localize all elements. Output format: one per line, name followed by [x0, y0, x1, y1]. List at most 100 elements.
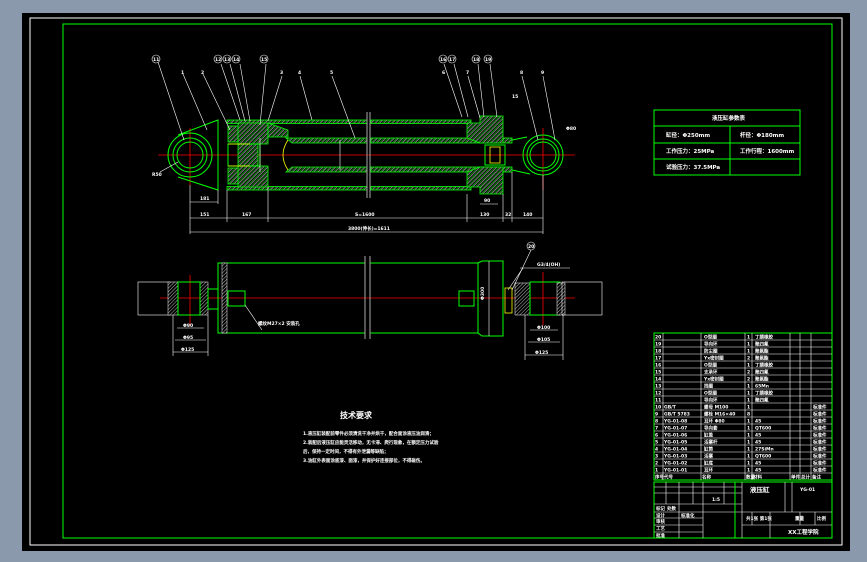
dim-label: 151: [200, 212, 209, 218]
parts-cell: YG-01-03: [663, 454, 687, 460]
parts-cell: Yx密封圈: [703, 355, 724, 362]
tech-line: 2.装配后液压缸应能灵活移动，无卡滞、爬行现象，在额定压力试验: [303, 439, 439, 446]
parts-cell: 27SiMn: [755, 447, 774, 453]
tech-line: 3.油缸外表面涂底漆、面漆，并保护好连接部位，不得碰伤。: [303, 457, 425, 464]
parts-cell: 3: [655, 454, 658, 460]
balloon: 18: [473, 57, 479, 63]
parts-header: 备注: [811, 474, 821, 481]
parts-cell: 缸筒: [703, 446, 713, 453]
parts-header: 序号: [654, 474, 664, 481]
balloon: 19: [485, 57, 491, 63]
parts-cell: 18: [655, 349, 661, 355]
parts-cell: 5: [655, 440, 658, 446]
parts-cell: 7: [655, 426, 658, 432]
parts-cell: GB/T: [664, 405, 677, 411]
balloon: 20: [528, 244, 534, 250]
dim-label: 15: [512, 94, 518, 100]
parts-cell: 1: [747, 426, 750, 432]
parts-cell: 17: [655, 356, 661, 362]
tb-label: 标记: [655, 505, 665, 512]
part-label: 8: [520, 70, 523, 76]
tb-label: 重量: [795, 515, 804, 522]
parts-cell: 13: [655, 384, 661, 390]
parts-cell: 2: [747, 377, 750, 383]
param: 工作行程：1600mm: [740, 147, 795, 155]
parts-cell: 1: [747, 335, 750, 341]
balloon: 15: [261, 57, 267, 63]
balloon: 11: [153, 57, 159, 63]
parts-cell: 19: [655, 342, 661, 348]
dim-label: Φ125: [535, 350, 548, 356]
parts-cell: 标准件: [812, 425, 827, 432]
parts-cell: 挡圈: [704, 383, 713, 390]
parts-cell: 45: [755, 433, 761, 439]
param: 杆径：Φ180mm: [740, 131, 784, 139]
parts-cell: YG-01-06: [663, 433, 687, 439]
parts-cell: 14: [655, 377, 661, 383]
parts-cell: 11: [655, 398, 661, 404]
parts-cell: 20: [655, 335, 661, 341]
parts-cell: QT600: [755, 426, 771, 432]
parts-cell: 聚氨酯: [754, 348, 769, 355]
tb-label: 设计: [656, 512, 665, 519]
parts-header: 名称: [702, 474, 711, 481]
parts-cell: 9: [655, 412, 658, 418]
parts-cell: 标准件: [812, 467, 827, 474]
parts-cell: 支承环: [704, 369, 718, 376]
dim-label: 32: [505, 212, 511, 218]
tb-label: 工艺: [656, 525, 665, 532]
parts-cell: Yx密封圈: [703, 376, 724, 383]
parts-cell: 耳环 Φ80: [704, 418, 725, 425]
tech-line: 1.液压缸装配前零件必须清洗干净并烘干，配合面涂液压油润滑；: [303, 430, 434, 437]
parts-header: 材料: [753, 474, 762, 481]
parts-cell: YG-01-05: [663, 440, 687, 446]
parts-cell: YG-01-07: [663, 426, 687, 432]
parts-cell: 聚氨酯: [754, 355, 769, 362]
parts-cell: 标准件: [812, 460, 827, 467]
parts-cell: 65Mn: [755, 384, 769, 390]
parts-cell: 45: [755, 440, 761, 446]
dim-label: Φ80: [566, 126, 576, 132]
parts-cell: 45: [755, 461, 761, 467]
parts-cell: 耳环: [704, 467, 713, 474]
parts-cell: 标准件: [812, 453, 827, 460]
tb-label: 标准化: [680, 512, 695, 519]
parts-cell: 缸盖: [703, 432, 713, 439]
parts-header: 单件: [791, 474, 800, 481]
parts-cell: 丁腈橡胶: [755, 334, 773, 341]
parts-cell: O型圈: [704, 390, 717, 397]
parts-cell: 1: [747, 454, 750, 460]
dim-label: Φ90: [183, 323, 193, 329]
dim-label: Φ100: [537, 325, 550, 331]
parts-cell: 1: [747, 391, 750, 397]
port-note: 螺纹M27×2 安装孔: [258, 320, 300, 327]
tb-label: 审核: [656, 518, 665, 525]
part-label: 3: [280, 70, 283, 76]
param: 工作压力：25MPa: [666, 147, 715, 155]
dim-label: Φ125: [181, 347, 194, 353]
port-note: G3/4(OH): [537, 262, 560, 268]
part-label: 1: [181, 70, 184, 76]
parts-cell: 1: [655, 468, 658, 474]
dim-label: 181: [200, 196, 209, 202]
parts-cell: 活塞杆: [704, 439, 718, 446]
cad-drawing: 11 12 13 14 15 16 17 18 19 1 2 3 4 5 6 7…: [22, 13, 850, 551]
part-label: 7: [466, 70, 469, 76]
dim-label: Φ95: [183, 335, 193, 341]
parts-cell: 2: [747, 370, 750, 376]
parts-cell: 螺母 M100: [704, 404, 728, 411]
tb-label: 处数: [666, 505, 676, 512]
part-label: 9: [541, 70, 544, 76]
parts-header: 总计: [801, 474, 810, 481]
parts-cell: 活塞: [704, 453, 713, 460]
balloon: 13: [224, 57, 230, 63]
parts-cell: 防尘圈: [704, 348, 718, 355]
parts-cell: 聚四氟: [754, 397, 769, 404]
tb-label: 批准: [656, 532, 665, 539]
parts-cell: 1: [747, 461, 750, 467]
parts-cell: 1: [747, 433, 750, 439]
balloon: 12: [215, 57, 221, 63]
drawing-code: YG-01: [799, 487, 815, 493]
dim-label: 90: [484, 198, 490, 204]
parts-cell: GB/T 5783: [664, 412, 690, 418]
